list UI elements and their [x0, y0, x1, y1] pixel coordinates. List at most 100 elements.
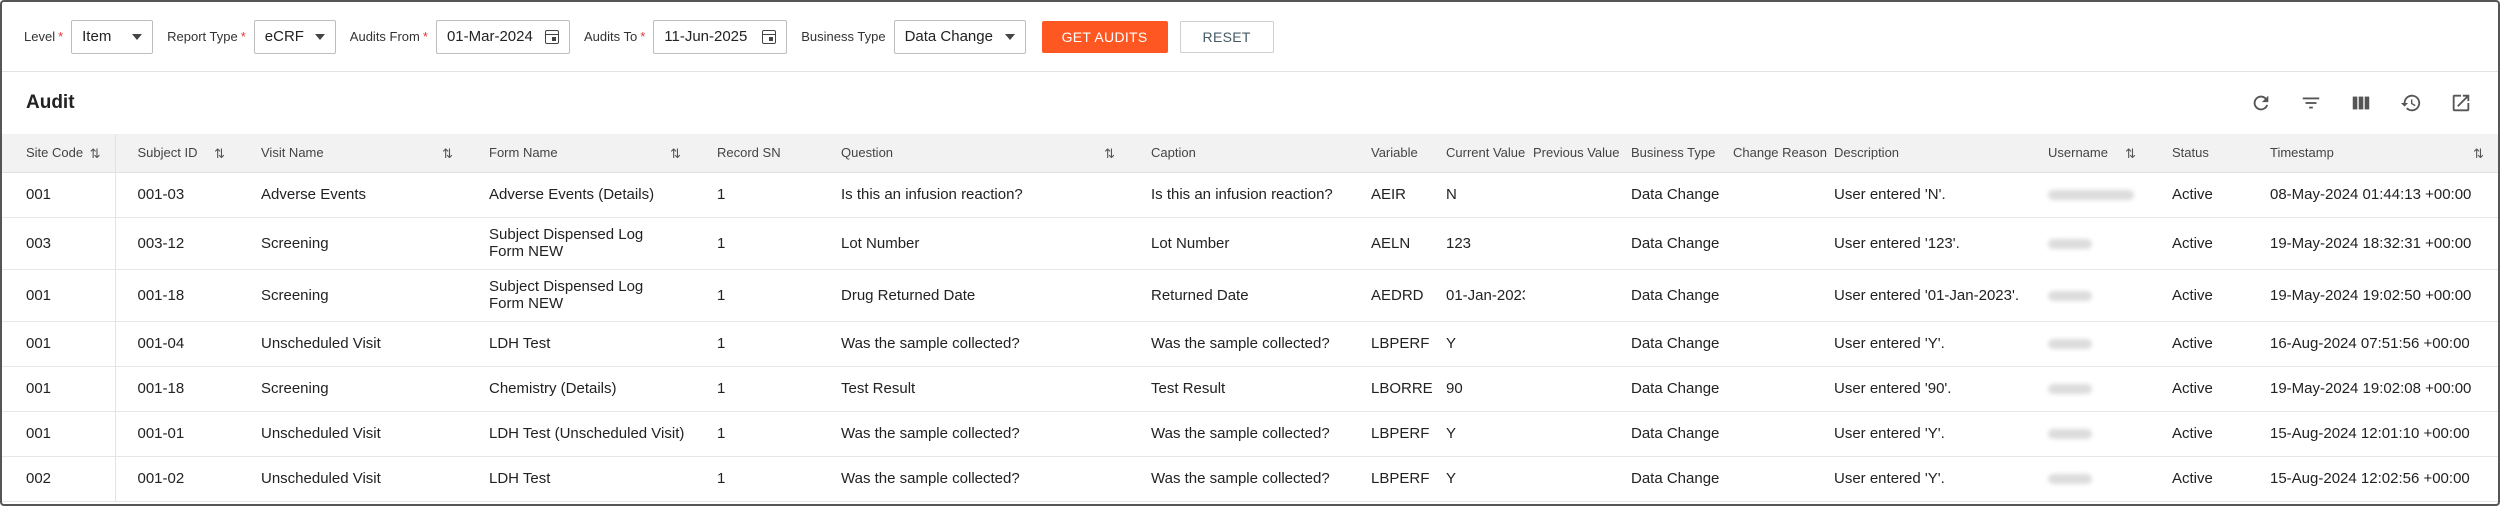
- cell-variable: LBPERF: [1349, 456, 1432, 502]
- cell-question: Was the sample collected?: [819, 321, 1129, 367]
- table-row[interactable]: 003 003-12 Screening Subject Dispensed Log …: [2, 217, 2498, 270]
- table-row[interactable]: 001 001-18 Screening Chemistry (Details) 1 Te…: [2, 366, 2498, 412]
- column-header-description[interactable]: Description: [1830, 134, 2026, 173]
- cell-previous-value: [1525, 411, 1621, 457]
- audits-to-date-input[interactable]: 11-Jun-2025: [653, 19, 788, 54]
- chevron-down-icon: [132, 33, 143, 40]
- report-type-select[interactable]: eCRF: [253, 19, 336, 54]
- cell-username: [2026, 456, 2150, 502]
- table-row[interactable]: 001 001-03 Adverse Events Adverse Events (D…: [2, 172, 2498, 218]
- audits-from-value: 01-Mar-2024: [446, 28, 533, 45]
- cell-record-sn: 1: [695, 411, 819, 457]
- column-header-form-name[interactable]: Form Name ⇅: [467, 134, 695, 173]
- cell-current-value: Y: [1432, 411, 1525, 457]
- cell-question: Is this an infusion reaction?: [819, 172, 1129, 218]
- column-header-visit-name[interactable]: Visit Name ⇅: [239, 134, 467, 173]
- column-header-username[interactable]: Username ⇅: [2026, 134, 2150, 173]
- reset-button[interactable]: RESET: [1179, 20, 1274, 53]
- audits-to-label: Audits To *: [583, 29, 646, 44]
- cell-status: Active: [2150, 411, 2248, 457]
- column-header-caption[interactable]: Caption: [1129, 134, 1349, 173]
- refresh-icon[interactable]: [2248, 90, 2274, 116]
- cell-previous-value: [1525, 321, 1621, 367]
- column-header-current-value[interactable]: Current Value: [1432, 134, 1525, 173]
- column-header-variable[interactable]: Variable: [1349, 134, 1432, 173]
- cell-variable: AELN: [1349, 217, 1432, 270]
- cell-caption: Test Result: [1129, 366, 1349, 412]
- audits-from-date-input[interactable]: 01-Mar-2024: [435, 19, 570, 54]
- column-header-previous-value[interactable]: Previous Value: [1525, 134, 1621, 173]
- cell-variable: LBORRES: [1349, 366, 1432, 412]
- open-external-icon[interactable]: [2448, 90, 2474, 116]
- level-select[interactable]: Item: [71, 19, 154, 54]
- audit-section-header: Audit: [2, 72, 2498, 134]
- cell-current-value: 123: [1432, 217, 1525, 270]
- table-row[interactable]: 001 001-18 Screening Subject Dispensed Log …: [2, 269, 2498, 322]
- report-type-value: eCRF: [264, 28, 304, 45]
- column-header-site-code[interactable]: Site Code ⇅: [2, 134, 116, 173]
- cell-timestamp: 15-Aug-2024 12:01:10 +00:00: [2248, 411, 2498, 457]
- business-type-select[interactable]: Data Change: [893, 19, 1026, 54]
- sort-icon[interactable]: ⇅: [90, 146, 101, 162]
- cell-visit-name: Unscheduled Visit: [239, 456, 467, 502]
- cell-timestamp: 15-Aug-2024 12:02:56 +00:00: [2248, 456, 2498, 502]
- cell-variable: LBPERF: [1349, 321, 1432, 367]
- sort-icon[interactable]: ⇅: [2125, 146, 2136, 162]
- cell-question: Was the sample collected?: [819, 411, 1129, 457]
- cell-subject-id: 001-02: [115, 456, 239, 502]
- column-header-subject-id[interactable]: Subject ID ⇅: [115, 134, 239, 173]
- redacted-username: [2048, 238, 2092, 249]
- cell-status: Active: [2150, 269, 2248, 322]
- cell-record-sn: 1: [695, 172, 819, 218]
- cell-previous-value: [1525, 366, 1621, 412]
- cell-timestamp: 19-May-2024 19:02:08 +00:00: [2248, 366, 2498, 412]
- cell-visit-name: Screening: [239, 269, 467, 322]
- sort-icon[interactable]: ⇅: [2473, 146, 2484, 162]
- sort-icon[interactable]: ⇅: [442, 146, 453, 162]
- column-header-timestamp[interactable]: Timestamp ⇅: [2248, 134, 2498, 173]
- sort-icon[interactable]: ⇅: [1104, 146, 1115, 162]
- cell-site-code: 001: [2, 411, 116, 457]
- cell-timestamp: 19-May-2024 18:32:31 +00:00: [2248, 217, 2498, 270]
- column-header-change-reason[interactable]: Change Reason: [1723, 134, 1830, 173]
- column-header-status[interactable]: Status: [2150, 134, 2248, 173]
- report-type-label: Report Type *: [167, 29, 246, 44]
- columns-icon[interactable]: [2348, 90, 2374, 116]
- redacted-username: [2048, 384, 2092, 395]
- history-icon[interactable]: [2398, 90, 2424, 116]
- cell-username: [2026, 321, 2150, 367]
- calendar-icon[interactable]: [762, 29, 777, 44]
- cell-caption: Was the sample collected?: [1129, 321, 1349, 367]
- column-header-business-type[interactable]: Business Type: [1621, 134, 1723, 173]
- cell-subject-id: 001-18: [115, 269, 239, 322]
- sort-icon[interactable]: ⇅: [670, 146, 681, 162]
- cell-description: User entered 'Y'.: [1830, 321, 2026, 367]
- cell-site-code: 001: [2, 172, 116, 218]
- audits-to-value: 11-Jun-2025: [664, 28, 748, 45]
- table-row[interactable]: 001 001-04 Unscheduled Visit LDH Test 1 Was t…: [2, 321, 2498, 367]
- cell-status: Active: [2150, 456, 2248, 502]
- table-row[interactable]: 001 001-01 Unscheduled Visit LDH Test (Unsc…: [2, 411, 2498, 457]
- cell-previous-value: [1525, 217, 1621, 270]
- cell-username: [2026, 217, 2150, 270]
- cell-question: Lot Number: [819, 217, 1129, 270]
- cell-previous-value: [1525, 269, 1621, 322]
- column-header-question[interactable]: Question ⇅: [819, 134, 1129, 173]
- filter-icon[interactable]: [2298, 90, 2324, 116]
- level-label: Level *: [24, 29, 64, 44]
- get-audits-button[interactable]: GET AUDITS: [1041, 20, 1168, 53]
- cell-question: Was the sample collected?: [819, 456, 1129, 502]
- audits-from-filter: Audits From * 01-Mar-2024: [350, 19, 570, 54]
- cell-timestamp: 08-May-2024 01:44:13 +00:00: [2248, 172, 2498, 218]
- cell-timestamp: 19-May-2024 19:02:50 +00:00: [2248, 269, 2498, 322]
- cell-business-type: Data Change: [1621, 321, 1723, 367]
- cell-visit-name: Screening: [239, 217, 467, 270]
- cell-previous-value: [1525, 456, 1621, 502]
- cell-visit-name: Screening: [239, 366, 467, 412]
- calendar-icon[interactable]: [544, 29, 559, 44]
- cell-site-code: 003: [2, 217, 116, 270]
- column-header-record-sn[interactable]: Record SN: [695, 134, 819, 173]
- table-row[interactable]: 002 001-02 Unscheduled Visit LDH Test 1 Was t…: [2, 456, 2498, 502]
- cell-variable: LBPERF: [1349, 411, 1432, 457]
- sort-icon[interactable]: ⇅: [214, 146, 225, 162]
